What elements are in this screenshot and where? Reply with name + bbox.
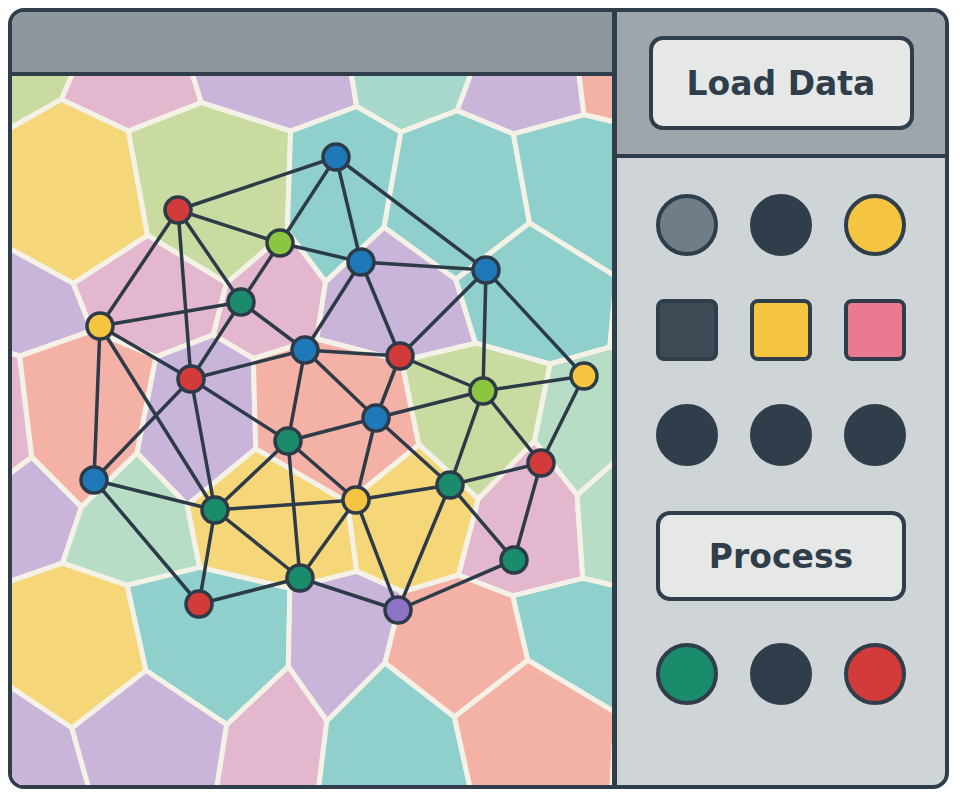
graph-edge — [199, 578, 300, 604]
graph-edge — [280, 157, 336, 243]
graph-edge — [356, 500, 398, 610]
graph-edge — [178, 210, 280, 243]
region-cell — [577, 438, 612, 601]
circle-swatch[interactable] — [656, 643, 718, 705]
graph-node[interactable] — [323, 144, 349, 170]
graph-node[interactable] — [81, 467, 107, 493]
graph-edge — [376, 418, 450, 485]
process-swatch-row — [656, 643, 906, 705]
region-cell — [187, 449, 357, 589]
graph-edge — [361, 262, 486, 270]
graph-edge — [400, 270, 486, 356]
graph-edge — [191, 379, 288, 441]
graph-edge — [215, 500, 356, 510]
graph-edge — [361, 262, 400, 356]
panel-body: Process — [617, 158, 945, 705]
graph-edge — [486, 270, 584, 376]
circle-swatch[interactable] — [844, 643, 906, 705]
graph-edge — [94, 480, 215, 510]
graph-node[interactable] — [501, 547, 527, 573]
circle-swatch[interactable] — [656, 404, 718, 466]
load-data-button[interactable]: Load Data — [649, 36, 914, 130]
square-swatch[interactable] — [750, 299, 812, 361]
swatch-grid — [656, 194, 906, 466]
graph-node[interactable] — [437, 472, 463, 498]
graph-edge — [483, 270, 486, 391]
graph-node[interactable] — [473, 257, 499, 283]
graph-canvas[interactable] — [12, 76, 612, 785]
graph-node[interactable] — [470, 378, 496, 404]
graph-edge — [483, 376, 584, 391]
graph-edge — [178, 157, 336, 210]
graph-node[interactable] — [528, 450, 554, 476]
graph-edge — [450, 485, 514, 560]
graph-node[interactable] — [571, 363, 597, 389]
graph-node[interactable] — [385, 597, 411, 623]
graph-edge — [191, 379, 215, 510]
circle-swatch[interactable] — [750, 404, 812, 466]
graph-edge — [191, 350, 305, 379]
graph-edge — [94, 379, 191, 480]
graph-edge — [215, 510, 300, 578]
graph-node[interactable] — [275, 428, 301, 454]
process-button[interactable]: Process — [656, 511, 906, 601]
graph-edge — [514, 463, 541, 560]
graph-edge — [398, 560, 514, 610]
circle-swatch[interactable] — [656, 194, 718, 256]
graph-edge — [305, 262, 361, 350]
panel-header: Load Data — [617, 12, 945, 158]
region-cell — [317, 663, 474, 785]
graph-edge — [288, 441, 300, 578]
canvas-panel — [12, 12, 617, 785]
graph-node[interactable] — [387, 343, 413, 369]
graph-edge — [100, 302, 241, 326]
circle-swatch[interactable] — [844, 194, 906, 256]
region-cell — [454, 660, 612, 785]
graph-node[interactable] — [343, 487, 369, 513]
square-swatch[interactable] — [656, 299, 718, 361]
title-bar — [12, 12, 612, 76]
circle-swatch[interactable] — [750, 194, 812, 256]
graph-node[interactable] — [292, 337, 318, 363]
graph-edge — [178, 210, 241, 302]
graph-edge — [100, 326, 215, 510]
graph-node[interactable] — [186, 591, 212, 617]
graph-node[interactable] — [267, 230, 293, 256]
region-cell — [63, 453, 200, 585]
graph-edge — [376, 391, 483, 418]
graph-edge — [178, 210, 191, 379]
app-page: Load Data Process — [0, 0, 961, 797]
app-window: Load Data Process — [8, 8, 949, 789]
graph-node[interactable] — [348, 249, 374, 275]
region-cell — [611, 658, 612, 785]
control-panel: Load Data Process — [617, 12, 945, 785]
graph-node[interactable] — [165, 197, 191, 223]
graph-edge — [450, 391, 483, 485]
graph-diagram — [12, 76, 612, 785]
graph-node[interactable] — [178, 366, 204, 392]
graph-edge — [300, 578, 398, 610]
square-swatch[interactable] — [844, 299, 906, 361]
region-cell — [215, 667, 327, 785]
graph-node[interactable] — [363, 405, 389, 431]
graph-node[interactable] — [287, 565, 313, 591]
circle-swatch[interactable] — [844, 404, 906, 466]
graph-edge — [94, 480, 199, 604]
graph-node[interactable] — [202, 497, 228, 523]
graph-node[interactable] — [87, 313, 113, 339]
graph-node[interactable] — [228, 289, 254, 315]
graph-edge — [215, 441, 288, 510]
circle-swatch[interactable] — [750, 643, 812, 705]
graph-edge — [100, 210, 178, 326]
graph-edge — [100, 326, 191, 379]
graph-edge — [94, 326, 100, 480]
region-cell — [72, 671, 227, 786]
